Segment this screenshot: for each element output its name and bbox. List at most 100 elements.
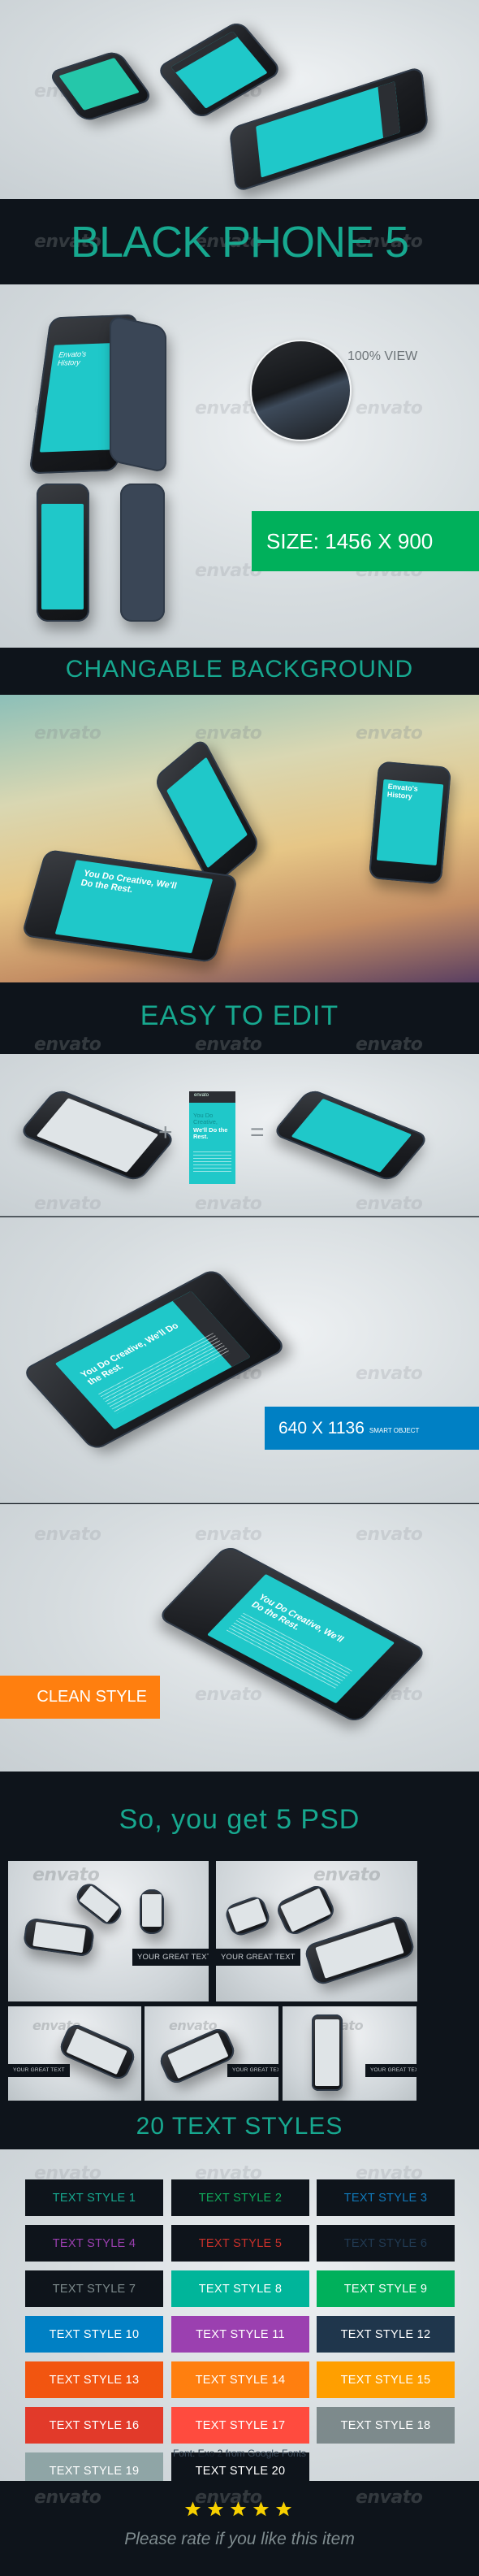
zoom-view-label: 100% VIEW <box>347 349 418 363</box>
smart-object-note: SMART OBJECT <box>369 1427 420 1434</box>
psd-section: So, you get 5 PSD envato YOUR GREAT TEXT… <box>0 1772 479 2149</box>
phone-blank <box>18 1087 177 1183</box>
phone-stack-front-bottom <box>37 484 89 622</box>
psd-thumbnail[interactable]: envato YOUR GREAT TEXT <box>8 1861 209 2001</box>
text-style-tile: TEXT STYLE 11 <box>171 2316 309 2353</box>
text-style-tile: TEXT STYLE 2 <box>171 2179 309 2216</box>
phone-icon <box>303 1914 416 1987</box>
psd-thumbnail-label: YOUR GREAT TEXT <box>365 2064 416 2077</box>
watermark: envato <box>195 1194 262 1214</box>
star-rating[interactable] <box>184 2500 298 2518</box>
watermark: envato <box>195 723 262 744</box>
watermark: envato <box>356 398 423 418</box>
text-style-tile: TEXT STYLE 14 <box>171 2361 309 2398</box>
smart-object-dimensions: 640 X 1136 <box>278 1418 365 1438</box>
phone-icon <box>72 1879 126 1929</box>
watermark: envato <box>34 1034 101 1054</box>
psd-thumbnail-label: YOUR GREAT TEXT <box>132 1949 209 1966</box>
clean-style-label: CLEAN STYLE <box>37 1688 147 1706</box>
watermark: envato <box>34 1524 101 1545</box>
phone-mockup-center <box>155 20 283 120</box>
text-style-tile: TEXT STYLE 10 <box>25 2316 163 2353</box>
background-band: CHANGABLE BACKGROUND <box>0 648 479 695</box>
text-style-tile: TEXT STYLE 15 <box>317 2361 455 2398</box>
text-style-tile: TEXT STYLE 5 <box>171 2225 309 2262</box>
psd-thumbnail-label: YOUR GREAT TEXT <box>227 2064 278 2077</box>
phone-stack-side <box>120 484 165 622</box>
watermark: envato <box>356 1524 423 1545</box>
psd-thumbnail[interactable]: envato YOUR GREAT TEXT <box>8 2006 141 2101</box>
watermark: envato <box>313 1865 381 1885</box>
features-section: envato envato envato envato envato Envat… <box>0 284 479 648</box>
edit-band: envato envato envato EASY TO EDIT <box>0 982 479 1054</box>
phone-icon <box>157 2025 238 2087</box>
psd-title: So, you get 5 PSD <box>119 1804 360 1835</box>
phone-icon <box>140 1889 164 1934</box>
psd-thumbnail[interactable]: envato YOUR GREAT TEXT <box>283 2006 416 2101</box>
clean-style-section: envato envato envato envato envato You D… <box>0 1504 479 1772</box>
edit-demo-section: envato envato envato + envato You Do Cre… <box>0 1054 479 1216</box>
phone-icon <box>222 1893 273 1939</box>
phone-icon <box>274 1882 338 1938</box>
watermark: envato <box>356 1194 423 1214</box>
watermark: envato <box>356 723 423 744</box>
watermark: envato <box>195 1524 262 1545</box>
gradient-scene: envato envato envato Envato's History Yo… <box>0 695 479 982</box>
rating-message: Please rate if you like this item <box>124 2530 355 2548</box>
star-icon[interactable] <box>230 2500 247 2517</box>
text-style-tile: TEXT STYLE 13 <box>25 2361 163 2398</box>
watermark: envato <box>356 2487 423 2508</box>
phone-icon <box>22 1917 96 1958</box>
font-note-suffix: from Google Fonts <box>222 2448 307 2459</box>
psd-thumbnail-label: YOUR GREAT TEXT <box>216 1949 300 1966</box>
screen-brand: envato <box>194 1093 209 1098</box>
text-styles-title: 20 TEXT STYLES <box>136 2113 343 2140</box>
screen-headline-2: We'll Do the Rest. <box>193 1126 228 1141</box>
product-title: BLACK PHONE 5 <box>70 218 409 267</box>
text-style-tile: TEXT STYLE 18 <box>317 2407 455 2444</box>
changable-background-title: CHANGABLE BACKGROUND <box>65 656 414 683</box>
clean-style-banner: CLEAN STYLE <box>0 1676 160 1719</box>
size-banner: SIZE: 1456 X 900 <box>252 511 479 571</box>
screen-design: envato You Do Creative, We'll Do the Res… <box>189 1091 235 1184</box>
font-note: Font: Exo 2 from Google Fonts <box>0 2448 479 2459</box>
star-icon[interactable] <box>184 2500 201 2517</box>
star-icon[interactable] <box>207 2500 224 2517</box>
phone-icon <box>312 2014 343 2091</box>
text-style-tile: TEXT STYLE 9 <box>317 2270 455 2307</box>
equals-sign: = <box>250 1119 265 1146</box>
easy-to-edit-title: EASY TO EDIT <box>140 1000 339 1031</box>
font-note-name: Exo 2 <box>197 2448 223 2459</box>
watermark: envato <box>195 1685 262 1705</box>
zoom-detail-circle <box>250 340 352 441</box>
watermark: envato <box>34 2487 101 2508</box>
phone-angled: You Do Creative, We'll Do the Rest. <box>20 1267 288 1452</box>
text-style-tile: TEXT STYLE 8 <box>171 2270 309 2307</box>
watermark: envato <box>34 1194 101 1214</box>
phone-stack-back <box>110 314 166 474</box>
size-banner-label: SIZE: 1456 X 900 <box>266 528 434 553</box>
star-icon[interactable] <box>275 2500 292 2517</box>
text-style-tile: TEXT STYLE 3 <box>317 2179 455 2216</box>
smart-object-banner: 640 X 1136 SMART OBJECT <box>265 1407 479 1450</box>
plus-sign: + <box>158 1119 173 1146</box>
text-styles-section: envato envato envato TEXT STYLE 1 TEXT ST… <box>0 2149 479 2481</box>
phone-floating-right: Envato's History <box>368 761 452 885</box>
text-style-tile: TEXT STYLE 4 <box>25 2225 163 2262</box>
watermark: envato <box>32 1865 100 1885</box>
text-style-tile: TEXT STYLE 7 <box>25 2270 163 2307</box>
title-band: envato envato envato BLACK PHONE 5 <box>0 199 479 284</box>
psd-thumbnail[interactable]: envato YOUR GREAT TEXT <box>145 2006 278 2101</box>
phone-result <box>271 1087 430 1183</box>
rating-section: envato envato envato Please rate if you … <box>0 2481 479 2576</box>
text-style-tile: TEXT STYLE 17 <box>171 2407 309 2444</box>
smart-object-section: envato envato envato You Do Creative, We… <box>0 1217 479 1503</box>
watermark: envato <box>195 1034 262 1054</box>
text-style-tile: TEXT STYLE 6 <box>317 2225 455 2262</box>
phone-mockup-left <box>47 50 154 123</box>
psd-thumbnail-label: YOUR GREAT TEXT <box>8 2064 70 2077</box>
screen-headline-1: You Do Creative, <box>193 1112 218 1126</box>
star-icon[interactable] <box>252 2500 270 2517</box>
psd-thumbnail[interactable]: envato YOUR GREAT TEXT <box>216 1861 417 2001</box>
text-style-tile: TEXT STYLE 12 <box>317 2316 455 2353</box>
